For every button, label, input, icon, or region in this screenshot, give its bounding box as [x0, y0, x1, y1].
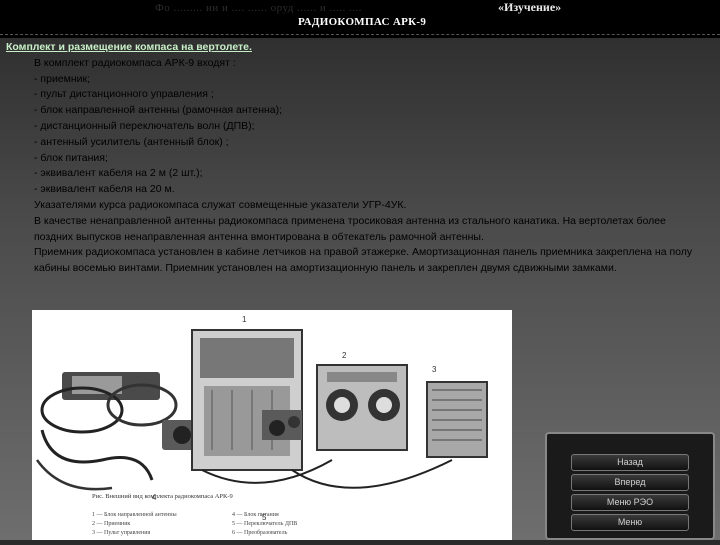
legend-item: 4 — Блок питания: [232, 512, 279, 518]
header-bar: Фо ......... ии и .... ...... оруд .....…: [0, 0, 720, 38]
indicator-paragraph: Указателями курса радиокомпаса служат со…: [34, 198, 407, 211]
menu-button[interactable]: Меню: [571, 514, 689, 531]
main-content: Комплект и размещение компаса на вертоле…: [6, 40, 706, 277]
legend-item: 1 — Блок направленной антенны: [92, 511, 177, 518]
receiver-drawing: [191, 329, 303, 471]
receiver-paragraph: Приемник радиокомпаса установлен в кабин…: [34, 246, 693, 275]
control-panel-drawing: [316, 364, 408, 451]
callout-number: 3: [432, 365, 437, 374]
list-item: - пульт дистанционного управления ;: [34, 88, 214, 101]
list-item: - антенный усилитель (антенный блок) ;: [34, 135, 229, 148]
legend-item: 3 — Пульт управления: [92, 530, 150, 536]
legend-item: 2 — Приемник: [92, 521, 130, 527]
list-item: - блок направленной антенны (рамочная ан…: [34, 104, 283, 117]
equipment-figure: 1 2 3 4 5 Рис. Внешний вид комплекта рад…: [32, 310, 512, 540]
mode-label: «Изучение»: [498, 0, 562, 14]
intro-text: В комплект радиокомпаса АРК-9 входят :: [34, 56, 236, 69]
antenna-paragraph: В качестве ненаправленной антенны радиок…: [34, 214, 666, 243]
navigation-panel: Назад Вперед Меню РЭО Меню: [545, 432, 715, 540]
list-item: - эквивалент кабеля на 20 м.: [34, 183, 175, 196]
page-title: РАДИОКОМПАС АРК-9: [298, 16, 427, 28]
equipment-illustration: 1 2 3 4 5 Рис. Внешний вид комплекта рад…: [32, 310, 512, 540]
list-item: - блок питания;: [34, 151, 108, 164]
callout-number: 2: [342, 351, 347, 360]
figure-caption: Рис. Внешний вид комплекта радиокомпаса …: [92, 493, 233, 500]
header-caption: Фо ......... ии и .... ...... оруд .....…: [155, 2, 362, 14]
header-divider: [0, 34, 720, 36]
list-item: - дистанционный переключатель волн (ДПВ)…: [34, 119, 255, 132]
legend-item: 5 — Переключатель ДПВ: [232, 521, 297, 527]
callout-number: 1: [242, 315, 247, 324]
forward-button[interactable]: Вперед: [571, 474, 689, 491]
back-button[interactable]: Назад: [571, 454, 689, 471]
list-item: - эквивалент кабеля на 2 м (2 шт.);: [34, 167, 203, 180]
legend-item: 6 — Преобразователь: [232, 529, 288, 536]
reo-menu-button[interactable]: Меню РЭО: [571, 494, 689, 511]
section-title: Комплект и размещение компаса на вертоле…: [6, 41, 252, 53]
power-unit-drawing: [426, 381, 488, 458]
list-item: - приемник;: [34, 72, 91, 85]
